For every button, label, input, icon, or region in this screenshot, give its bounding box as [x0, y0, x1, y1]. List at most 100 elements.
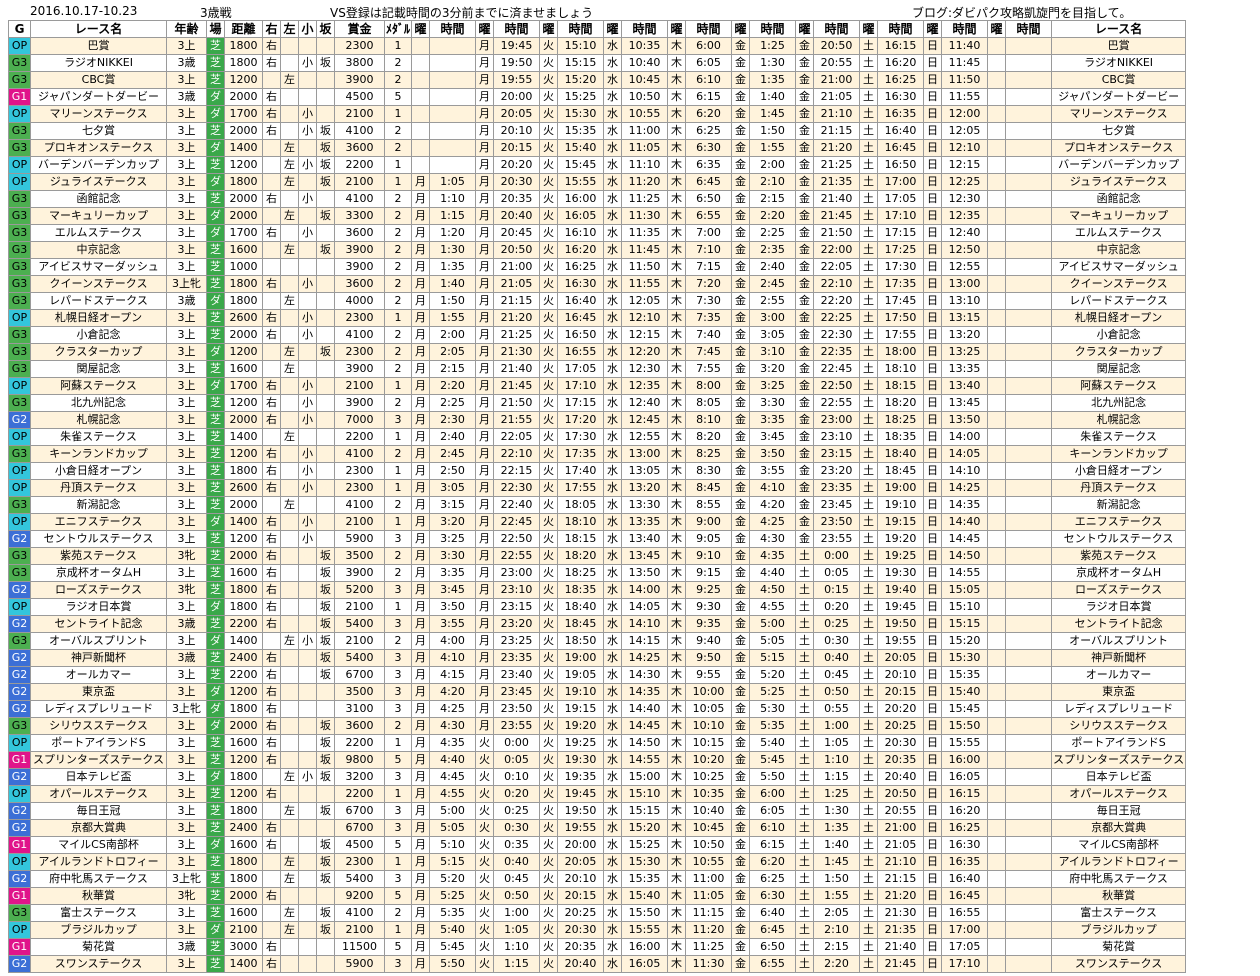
column-header: 坂 — [316, 20, 335, 38]
race-row[interactable]: G3 紫苑ステークス 3牝芝 2000 右坂 3500 2 月 3:30 月 22:55 火 18:20… — [8, 547, 1187, 565]
race-row[interactable]: G1 ジャパンダートダービー 3歳ダ 2000 右 4500 5 月 20:00 火 15:25 水 1… — [8, 88, 1187, 106]
race-row[interactable]: OP ジュライステークス 3上ダ 1800 左坂 2100 1 月 1:05 月 20:30 火 15:… — [8, 173, 1187, 191]
race-row[interactable]: OP バーデンバーデンカップ 3上芝 1200 左小坂 2200 1 月 20:20 火 15:45… — [8, 156, 1187, 174]
race-row[interactable]: G2 日本テレビ盃 3上ダ 1800 左小坂 3200 3 月 4:45 火 0:10 火 19:35 水… — [8, 768, 1187, 786]
table-cell — [987, 632, 1007, 650]
table-cell: 日 — [923, 462, 943, 480]
table-cell: 20:05 — [877, 649, 925, 667]
table-cell: 日 — [923, 768, 943, 786]
race-row[interactable]: G2 神戸新聞杯 3歳芝 2400 右坂 5400 3 月 4:10 月 23:35 火 19:00 水 1… — [8, 649, 1187, 667]
race-row[interactable]: G3 七夕賞 3上芝 2000 右小坂 4100 2 月 20:10 火 15:35 水 11:00 木 6… — [8, 122, 1187, 140]
table-cell: 土 — [795, 615, 815, 633]
table-cell: 土 — [795, 904, 815, 922]
race-row[interactable]: G3 CBC賞 3上芝 1200 左 3900 2 月 19:55 火 15:20 水 10:45 木 6:… — [8, 71, 1187, 89]
race-row[interactable]: OP アイルランドトロフィー 3上芝 1800 左坂 2300 1 月 5:15 火 0:40 火 20… — [8, 853, 1187, 871]
race-row[interactable]: G2 毎日王冠 3上芝 1800 左坂 6700 3 月 5:00 火 0:25 火 19:50 水 15:… — [8, 802, 1187, 820]
table-cell — [987, 496, 1007, 514]
table-cell — [298, 955, 317, 973]
race-row[interactable]: OP エニフステークス 3上ダ 1400 右小 2100 1 月 3:20 月 22:45 火 18:1… — [8, 513, 1187, 531]
race-row[interactable]: OP ブラジルカップ 3上ダ 2100 左坂 2100 1 月 5:40 火 1:05 火 20:30 水… — [8, 921, 1187, 939]
table-cell: 1200 — [224, 530, 263, 548]
race-row[interactable]: G2 ローズステークス 3牝芝 1800 右坂 5200 3 月 3:45 月 23:10 火 18:3… — [8, 581, 1187, 599]
race-row[interactable]: G3 小倉記念 3上芝 2000 右小 4100 2 月 2:00 月 21:25 火 16:50 水 12… — [8, 326, 1187, 344]
race-row[interactable]: G3 北九州記念 3上芝 1200 右小 3900 2 月 2:25 月 21:50 火 17:15 水 1… — [8, 394, 1187, 412]
race-row[interactable]: G3 プロキオンステークス 3上ダ 1400 左坂 3600 2 月 20:15 火 15:40 水 1… — [8, 139, 1187, 157]
table-cell — [298, 836, 317, 854]
table-cell: 16:00 — [621, 938, 669, 956]
table-cell: 日 — [923, 819, 943, 837]
race-row[interactable]: G2 セントライト記念 3歳芝 2200 右坂 5400 3 月 3:55 月 23:20 火 18:4… — [8, 615, 1187, 633]
table-cell: 19:40 — [877, 581, 925, 599]
race-row[interactable]: G1 秋華賞 3牝芝 2000 右 9200 5 月 5:25 火 0:50 火 20:15 水 15:40… — [8, 887, 1187, 905]
race-row[interactable]: OP 札幌日経オープン 3上芝 2600 右小 2300 1 月 1:55 月 21:20 火 16:4… — [8, 309, 1187, 327]
table-cell: 2000 — [224, 122, 263, 140]
race-row[interactable]: OP 阿蘇ステークス 3上ダ 1700 右小 2100 1 月 2:20 月 21:45 火 17:10… — [8, 377, 1187, 395]
race-row[interactable]: OP ラジオ日本賞 3上ダ 1800 右坂 2100 1 月 3:50 月 23:15 火 18:40 水… — [8, 598, 1187, 616]
race-row[interactable]: OP 小倉日経オープン 3上芝 1800 右小 2300 1 月 2:50 月 22:15 火 17:4… — [8, 462, 1187, 480]
table-cell: 1800 — [224, 870, 263, 888]
race-row[interactable]: G3 アイビスサマーダッシュ 3上芝 1000 3900 2 月 1:35 月 21:00 火 16:… — [8, 258, 1187, 276]
table-cell — [1005, 37, 1053, 55]
table-cell: 金 — [731, 37, 751, 55]
table-cell — [1005, 105, 1053, 123]
race-row[interactable]: OP オパールステークス 3上芝 1200 右 2200 1 月 4:55 火 0:20 火 19:45… — [8, 785, 1187, 803]
race-row[interactable]: G2 レディスプレリュード 3上牝ダ 1800 右 3100 3 月 4:25 月 23:50 火 19… — [8, 700, 1187, 718]
race-row[interactable]: G3 キーンランドカップ 3上芝 1200 右小 4100 2 月 2:45 月 22:10 火 17:… — [8, 445, 1187, 463]
table-cell: 4100 — [334, 496, 385, 514]
race-row[interactable]: G2 府中牝馬ステークス 3上牝芝 1800 左坂 5400 3 月 5:20 火 0:45 火 20:… — [8, 870, 1187, 888]
race-row[interactable]: G3 オーバルスプリント 3上ダ 1400 左小坂 2100 2 月 4:00 月 23:25 火 18… — [8, 632, 1187, 650]
table-cell: 1:10 — [493, 938, 541, 956]
race-row[interactable]: OP 朱雀ステークス 3上芝 1400 左 2200 1 月 2:40 月 22:05 火 17:30 水… — [8, 428, 1187, 446]
race-row[interactable]: G1 スプリンターズステークス 3上芝 1200 右坂 9800 5 月 4:40 火 0:05 火 1… — [8, 751, 1187, 769]
race-row[interactable]: G3 函館記念 3上芝 2000 右小 4100 2 月 1:10 月 20:35 火 16:00 水 11… — [8, 190, 1187, 208]
table-cell — [316, 819, 335, 837]
race-row[interactable]: G3 富士ステークス 3上芝 1600 左坂 4100 2 月 5:35 火 1:00 火 20:25 水… — [8, 904, 1187, 922]
table-cell: 月 — [411, 666, 431, 684]
race-row[interactable]: OP 丹頂ステークス 3上芝 2600 右小 2300 1 月 3:05 月 22:30 火 17:55… — [8, 479, 1187, 497]
race-row[interactable]: G3 新潟記念 3上芝 2000 左 4100 2 月 3:15 月 22:40 火 18:05 水 13:… — [8, 496, 1187, 514]
table-cell: 6700 — [334, 802, 385, 820]
table-cell: 3 — [383, 649, 413, 667]
table-cell — [280, 955, 299, 973]
race-row[interactable]: G3 京成杯オータムH 3上芝 1600 右坂 3900 2 月 3:35 月 23:00 火 18:2… — [8, 564, 1187, 582]
table-cell — [987, 836, 1007, 854]
table-cell: 芝 — [206, 819, 225, 837]
race-row[interactable]: G3 クイーンステークス 3上牝芝 1800 右小 3600 2 月 1:40 月 21:05 火 16… — [8, 275, 1187, 293]
table-cell — [1005, 173, 1053, 191]
race-row[interactable]: G2 オールカマー 3上芝 2200 右坂 6700 3 月 4:15 月 23:40 火 19:05 水… — [8, 666, 1187, 684]
table-cell: 土 — [859, 54, 879, 72]
race-row[interactable]: G3 シリウスステークス 3上ダ 2000 右坂 3600 2 月 4:30 月 23:55 火 19:… — [8, 717, 1187, 735]
race-row[interactable]: G3 エルムステークス 3上ダ 1700 右小 3600 2 月 1:20 月 20:45 火 16:1… — [8, 224, 1187, 242]
table-cell: 日 — [923, 700, 943, 718]
table-cell: 21:30 — [877, 904, 925, 922]
table-cell: 土 — [859, 598, 879, 616]
race-row[interactable]: OP ポートアイランドS 3上芝 1600 右坂 2200 1 月 4:35 火 0:00 火 19:2… — [8, 734, 1187, 752]
race-row[interactable]: OP 巴賞 3上芝 1800 右 2300 1 月 19:45 火 15:10 水 10:35 木 6:00… — [8, 37, 1187, 55]
race-row[interactable]: G1 菊花賞 3歳芝 3000 右 11500 5 月 5:45 火 1:10 火 20:35 水 16:0… — [8, 938, 1187, 956]
race-row[interactable]: G3 ラジオNIKKEI 3歳芝 1800 右小坂 3800 2 月 19:50 火 15:15 水 1… — [8, 54, 1187, 72]
table-cell: 月 — [475, 173, 495, 191]
race-row[interactable]: OP マリーンステークス 3上ダ 1700 右小 2100 1 月 20:05 火 15:30 水 10… — [8, 105, 1187, 123]
race-row[interactable]: G2 札幌記念 3上芝 2000 右小 7000 3 月 2:30 月 21:55 火 17:20 水 12… — [8, 411, 1187, 429]
grade-cell: G2 — [8, 411, 31, 429]
race-row[interactable]: G2 セントウルステークス 3上芝 1200 右小 5900 3 月 3:25 月 22:50 火 18… — [8, 530, 1187, 548]
table-cell: 金 — [731, 479, 751, 497]
table-cell: 月 — [411, 241, 431, 259]
race-row[interactable]: G3 レパードステークス 3歳ダ 1800 左 4000 2 月 1:50 月 21:15 火 16:4… — [8, 292, 1187, 310]
race-row[interactable]: G2 スワンステークス 3上芝 1400 右 5900 3 月 5:50 火 1:15 火 20:40 水… — [8, 955, 1187, 973]
race-row[interactable]: G3 関屋記念 3上芝 1600 左 3900 2 月 2:15 月 21:40 火 17:05 水 12:… — [8, 360, 1187, 378]
race-row[interactable]: G2 京都大賞典 3上芝 2400 右 6700 3 月 5:05 火 0:30 火 19:55 水 15:… — [8, 819, 1187, 837]
race-name-cell: ブラジルカップ — [1051, 921, 1187, 939]
table-cell: 火 — [539, 411, 559, 429]
table-cell: 1:25 — [813, 785, 861, 803]
table-cell: 木 — [667, 224, 687, 242]
table-cell — [987, 734, 1007, 752]
header-bar: 2016.10.17-10.23 3歳戦 VS登録は記載時間の3分前までに済ませ… — [0, 0, 1260, 20]
table-cell: 13:40 — [941, 377, 989, 395]
race-row[interactable]: G1 マイルCS南部杯 3上ダ 1600 右坂 4500 5 月 5:10 火 0:35 火 20:00… — [8, 836, 1187, 854]
table-cell: 6:20 — [685, 105, 733, 123]
race-row[interactable]: G3 マーキュリーカップ 3上ダ 2000 左坂 3300 2 月 1:15 月 20:40 火 16:… — [8, 207, 1187, 225]
race-row[interactable]: G3 中京記念 3上芝 1600 左坂 3900 2 月 1:30 月 20:50 火 16:20 水 11… — [8, 241, 1187, 259]
race-row[interactable]: G2 東京盃 3上ダ 1200 右 3500 3 月 4:20 月 23:45 火 19:10 水 14:3… — [8, 683, 1187, 701]
race-row[interactable]: G3 クラスターカップ 3上ダ 1200 左坂 2300 2 月 2:05 月 21:30 火 16:5… — [8, 343, 1187, 361]
